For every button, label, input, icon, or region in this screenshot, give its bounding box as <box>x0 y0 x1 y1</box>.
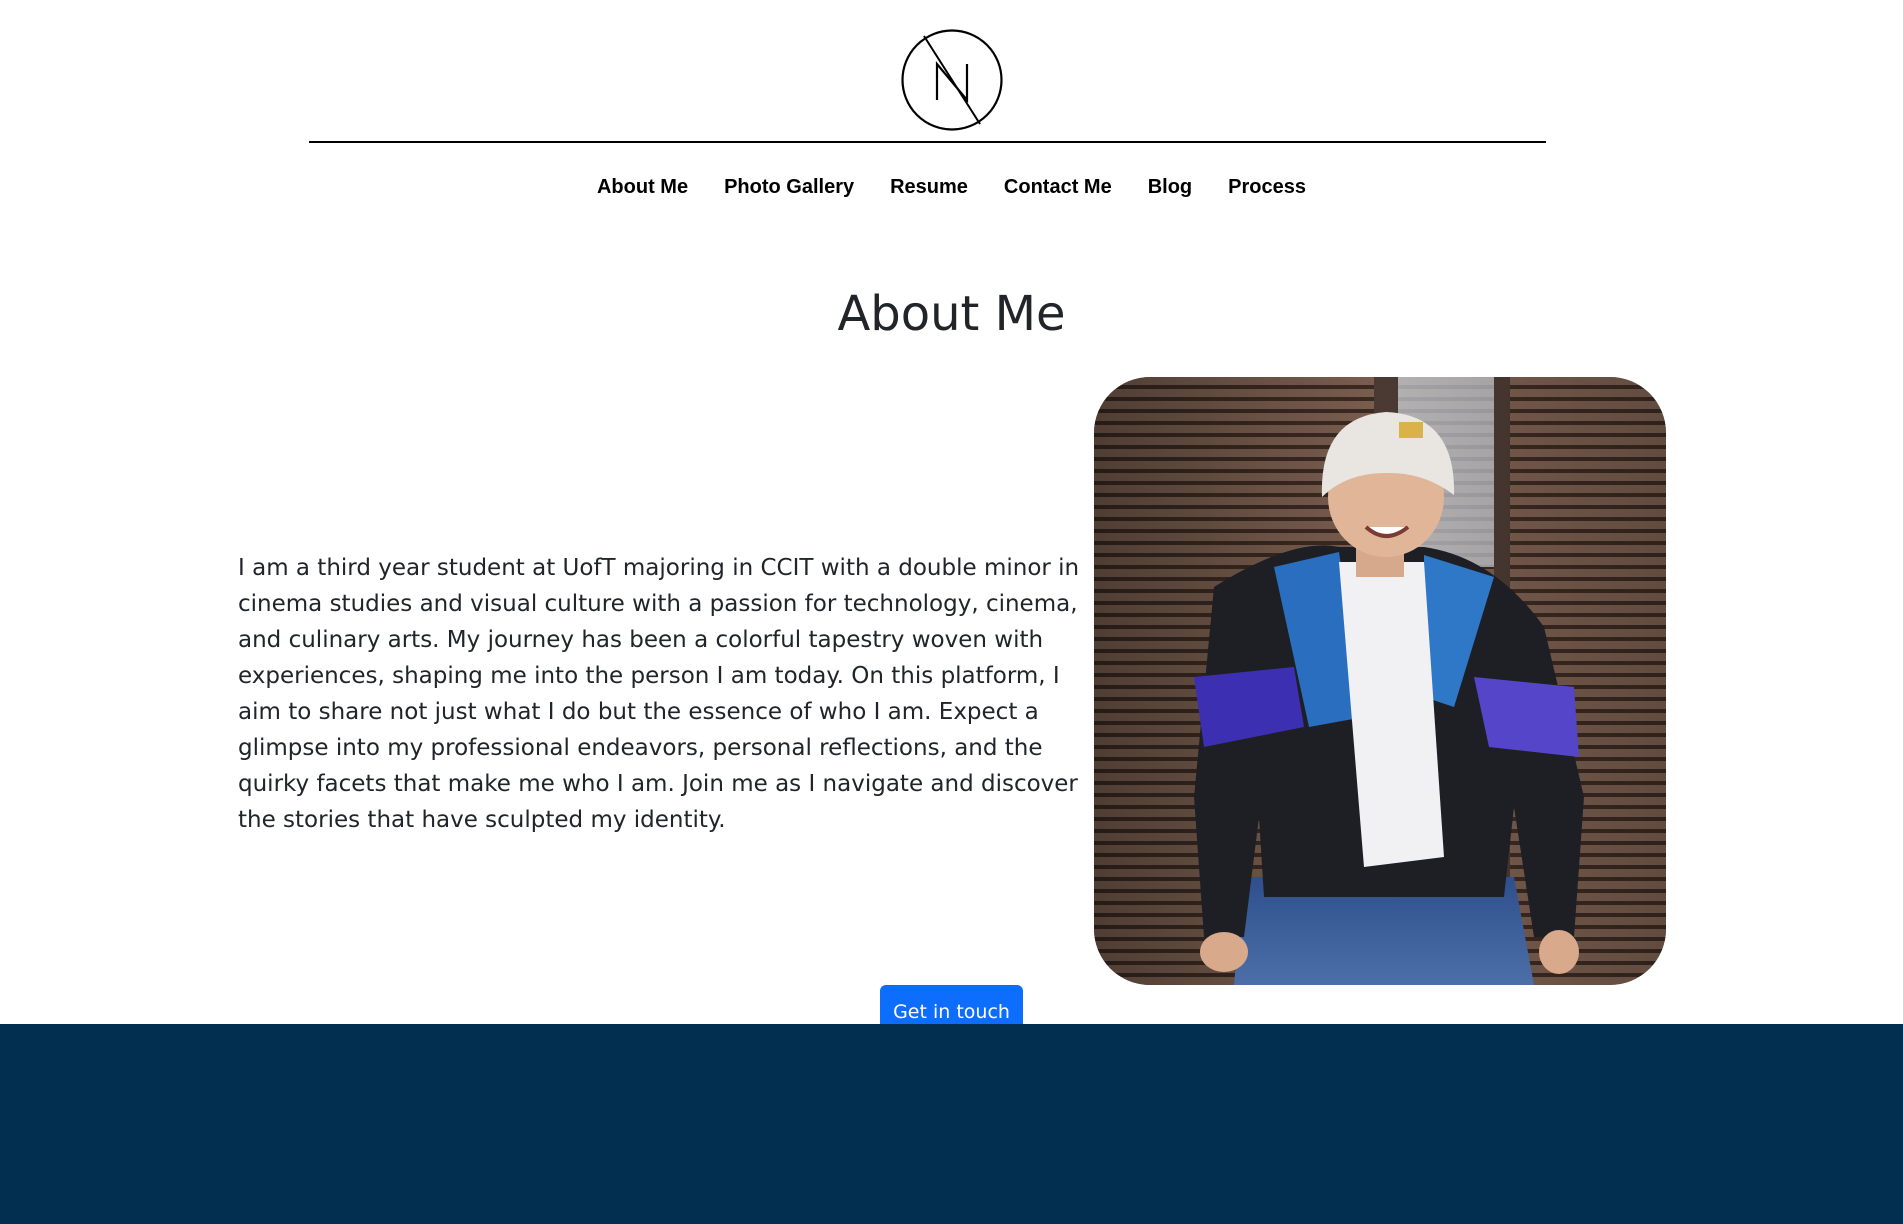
page-title: About Me <box>837 286 1066 342</box>
nav-item-process[interactable]: Process <box>1228 176 1306 199</box>
intro-paragraph: I am a third year student at UofT majori… <box>238 555 1080 833</box>
n-circle-slash-logo-icon <box>900 29 1003 131</box>
header-divider <box>309 141 1546 143</box>
nav-item-photo-gallery[interactable]: Photo Gallery <box>724 176 854 199</box>
profile-photo <box>1094 377 1666 985</box>
nav-item-blog[interactable]: Blog <box>1148 176 1192 199</box>
nav-item-about-me[interactable]: About Me <box>597 176 688 199</box>
main-nav: About Me Photo Gallery Resume Contact Me… <box>0 176 1903 199</box>
nav-item-resume[interactable]: Resume <box>890 176 968 199</box>
site-footer <box>0 1024 1903 1224</box>
site-logo[interactable] <box>0 28 1903 132</box>
nav-item-contact-me[interactable]: Contact Me <box>1004 176 1112 199</box>
page: About Me Photo Gallery Resume Contact Me… <box>0 0 1903 1224</box>
portrait-image <box>1094 377 1666 985</box>
